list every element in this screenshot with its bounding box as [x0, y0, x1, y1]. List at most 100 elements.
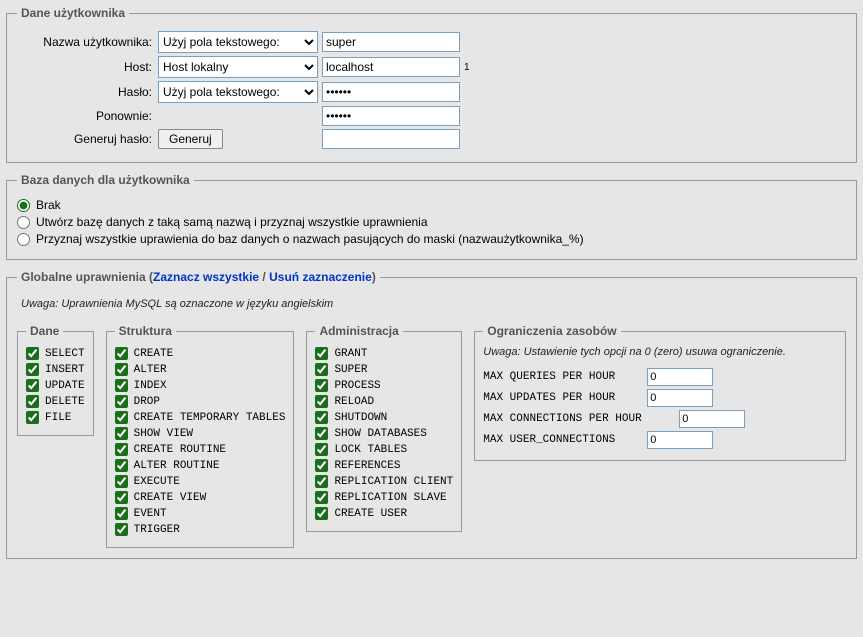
priv-admin-checkbox-3[interactable]: [315, 395, 328, 408]
priv-structure-label-2: INDEX: [134, 380, 167, 392]
priv-structure-checkbox-11[interactable]: [115, 523, 128, 536]
res-input-2[interactable]: [679, 410, 745, 428]
res-input-0[interactable]: [647, 368, 713, 386]
global-legend-prefix: Globalne uprawnienia (: [21, 270, 153, 284]
priv-admin-checkbox-5[interactable]: [315, 427, 328, 440]
priv-data-item-1[interactable]: INSERT: [26, 363, 85, 376]
host-select[interactable]: Host lokalny: [158, 56, 318, 78]
priv-structure-item-11[interactable]: TRIGGER: [115, 523, 286, 536]
priv-data-checkbox-4[interactable]: [26, 411, 39, 424]
priv-admin-checkbox-4[interactable]: [315, 411, 328, 424]
password-input[interactable]: [322, 82, 460, 102]
priv-structure-checkbox-8[interactable]: [115, 475, 128, 488]
priv-admin-checkbox-10[interactable]: [315, 507, 328, 520]
priv-structure-label-1: ALTER: [134, 364, 167, 376]
priv-structure-checkbox-5[interactable]: [115, 427, 128, 440]
priv-structure-item-10[interactable]: EVENT: [115, 507, 286, 520]
check-all-link[interactable]: Zaznacz wszystkie: [153, 270, 259, 284]
priv-structure-item-2[interactable]: INDEX: [115, 379, 286, 392]
priv-structure-checkbox-10[interactable]: [115, 507, 128, 520]
priv-admin-item-2[interactable]: PROCESS: [315, 379, 453, 392]
priv-structure-checkbox-0[interactable]: [115, 347, 128, 360]
resources-note: Uwaga: Ustawienie tych opcji na 0 (zero)…: [483, 346, 837, 358]
res-label-1: MAX UPDATES PER HOUR: [483, 392, 641, 404]
user-data-legend: Dane użytkownika: [17, 6, 129, 20]
priv-admin-checkbox-9[interactable]: [315, 491, 328, 504]
priv-data-item-4[interactable]: FILE: [26, 411, 85, 424]
priv-data-item-0[interactable]: SELECT: [26, 347, 85, 360]
priv-data-label-4: FILE: [45, 412, 71, 424]
priv-structure-item-7[interactable]: ALTER ROUTINE: [115, 459, 286, 472]
password-select[interactable]: Użyj pola tekstowego:: [158, 81, 318, 103]
priv-data-checkbox-2[interactable]: [26, 379, 39, 392]
priv-admin-checkbox-2[interactable]: [315, 379, 328, 392]
priv-admin-item-7[interactable]: REFERENCES: [315, 459, 453, 472]
priv-data-checkbox-0[interactable]: [26, 347, 39, 360]
db-radio-0[interactable]: [17, 199, 30, 212]
priv-structure-item-4[interactable]: CREATE TEMPORARY TABLES: [115, 411, 286, 424]
global-priv-fieldset: Globalne uprawnienia (Zaznacz wszystkie …: [6, 270, 857, 559]
db-legend: Baza danych dla użytkownika: [17, 173, 194, 187]
res-input-1[interactable]: [647, 389, 713, 407]
priv-admin-item-9[interactable]: REPLICATION SLAVE: [315, 491, 453, 504]
res-label-3: MAX USER_CONNECTIONS: [483, 434, 641, 446]
db-opt-1-label: Utwórz bazę danych z taką samą nazwą i p…: [36, 215, 428, 229]
db-radio-2[interactable]: [17, 233, 30, 246]
priv-data-checkbox-1[interactable]: [26, 363, 39, 376]
priv-admin-checkbox-0[interactable]: [315, 347, 328, 360]
priv-structure-item-1[interactable]: ALTER: [115, 363, 286, 376]
username-input[interactable]: [322, 32, 460, 52]
generate-output[interactable]: [322, 129, 460, 149]
priv-structure-item-3[interactable]: DROP: [115, 395, 286, 408]
priv-structure-item-0[interactable]: CREATE: [115, 347, 286, 360]
priv-structure-label-5: SHOW VIEW: [134, 428, 193, 440]
db-opt-0[interactable]: Brak: [17, 198, 846, 212]
priv-structure-item-6[interactable]: CREATE ROUTINE: [115, 443, 286, 456]
priv-data-checkbox-3[interactable]: [26, 395, 39, 408]
priv-structure-checkbox-3[interactable]: [115, 395, 128, 408]
priv-structure-checkbox-6[interactable]: [115, 443, 128, 456]
db-opt-0-label: Brak: [36, 198, 61, 212]
col-admin-legend: Administracja: [315, 324, 402, 338]
priv-admin-item-4[interactable]: SHUTDOWN: [315, 411, 453, 424]
priv-admin-item-5[interactable]: SHOW DATABASES: [315, 427, 453, 440]
db-opt-2[interactable]: Przyznaj wszystkie uprawienia do baz dan…: [17, 232, 846, 246]
priv-admin-item-3[interactable]: RELOAD: [315, 395, 453, 408]
priv-admin-item-6[interactable]: LOCK TABLES: [315, 443, 453, 456]
label-password: Hasło:: [17, 85, 158, 99]
db-opt-2-label: Przyznaj wszystkie uprawienia do baz dan…: [36, 232, 584, 246]
priv-admin-item-1[interactable]: SUPER: [315, 363, 453, 376]
priv-structure-item-5[interactable]: SHOW VIEW: [115, 427, 286, 440]
priv-admin-item-0[interactable]: GRANT: [315, 347, 453, 360]
priv-admin-item-8[interactable]: REPLICATION CLIENT: [315, 475, 453, 488]
priv-structure-item-8[interactable]: EXECUTE: [115, 475, 286, 488]
db-opt-1[interactable]: Utwórz bazę danych z taką samą nazwą i p…: [17, 215, 846, 229]
priv-structure-checkbox-2[interactable]: [115, 379, 128, 392]
priv-admin-label-1: SUPER: [334, 364, 367, 376]
priv-structure-checkbox-9[interactable]: [115, 491, 128, 504]
priv-structure-item-9[interactable]: CREATE VIEW: [115, 491, 286, 504]
res-input-3[interactable]: [647, 431, 713, 449]
res-row-0: MAX QUERIES PER HOUR: [483, 368, 837, 386]
generate-button[interactable]: Generuj: [158, 129, 223, 149]
repeat-input[interactable]: [322, 106, 460, 126]
priv-admin-label-9: REPLICATION SLAVE: [334, 492, 446, 504]
host-input[interactable]: [322, 57, 460, 77]
priv-data-item-3[interactable]: DELETE: [26, 395, 85, 408]
uncheck-all-link[interactable]: Usuń zaznaczenie: [269, 270, 372, 284]
priv-admin-checkbox-7[interactable]: [315, 459, 328, 472]
priv-structure-label-6: CREATE ROUTINE: [134, 444, 226, 456]
priv-structure-checkbox-4[interactable]: [115, 411, 128, 424]
col-admin: Administracja GRANT SUPER PROCESS RELOAD SHU…: [306, 324, 462, 532]
label-repeat: Ponownie:: [17, 109, 158, 123]
username-select[interactable]: Użyj pola tekstowego:: [158, 31, 318, 53]
global-legend-suffix: ): [372, 270, 376, 284]
priv-admin-item-10[interactable]: CREATE USER: [315, 507, 453, 520]
priv-admin-checkbox-6[interactable]: [315, 443, 328, 456]
priv-admin-checkbox-1[interactable]: [315, 363, 328, 376]
priv-admin-checkbox-8[interactable]: [315, 475, 328, 488]
db-radio-1[interactable]: [17, 216, 30, 229]
priv-structure-checkbox-7[interactable]: [115, 459, 128, 472]
priv-data-item-2[interactable]: UPDATE: [26, 379, 85, 392]
priv-structure-checkbox-1[interactable]: [115, 363, 128, 376]
